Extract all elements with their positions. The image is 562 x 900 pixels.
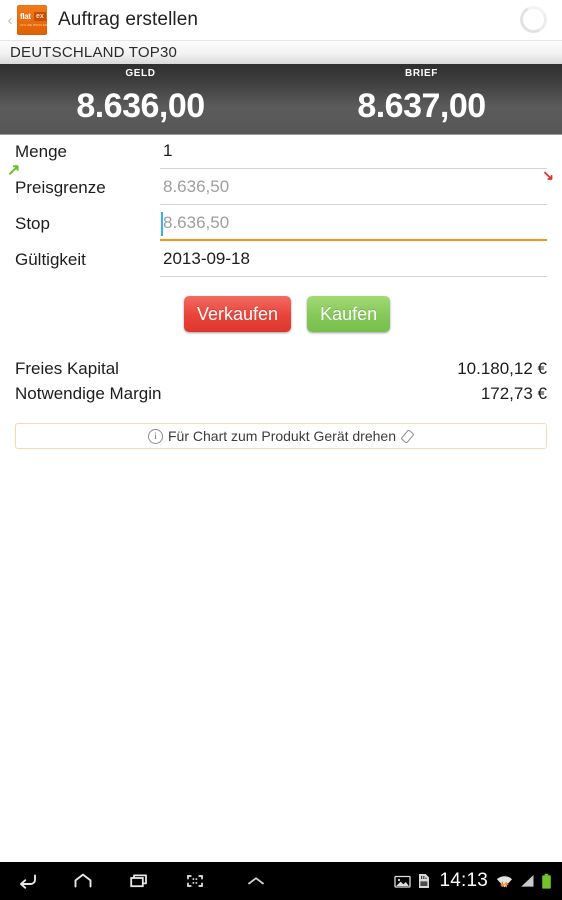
image-icon	[394, 874, 412, 889]
system-navigation-bar: 14:13	[0, 862, 562, 900]
sell-button[interactable]: Verkaufen	[184, 296, 292, 332]
summary-row-required-margin: Notwendige Margin 172,73 €	[15, 381, 547, 406]
form-row-preisgrenze: Preisgrenze 8.636,50	[15, 171, 547, 207]
quantity-input[interactable]: 1	[160, 135, 547, 169]
logo-tagline: ONLINE BROKER	[20, 23, 47, 27]
logo-wordmark: flat	[20, 12, 31, 21]
bid-trend-up-icon: ↗	[7, 162, 21, 179]
form-row-gueltigkeit: Gültigkeit 2013-09-18	[15, 243, 547, 279]
nav-buttons	[0, 868, 208, 894]
screenshot-icon[interactable]	[182, 868, 208, 894]
bid-price[interactable]: 8.636,00	[0, 84, 281, 132]
quote-values: 8.636,00 8.637,00	[0, 84, 562, 132]
home-icon[interactable]	[70, 868, 96, 894]
form-label-stop: Stop	[15, 214, 50, 233]
signal-bars-icon	[519, 873, 535, 889]
back-icon[interactable]	[14, 868, 40, 894]
order-form: Menge 1 Preisgrenze 8.636,50 Stop 8.636,…	[0, 135, 562, 332]
order-actions: Verkaufen Kaufen	[15, 279, 547, 332]
recents-icon[interactable]	[126, 868, 152, 894]
back-navigation-icon[interactable]: ‹	[4, 0, 16, 40]
account-summary: Freies Kapital 10.180,12 € Notwendige Ma…	[0, 332, 562, 406]
chevron-up-icon	[248, 877, 265, 885]
free-capital-label: Freies Kapital	[15, 359, 119, 378]
ask-label: BRIEF	[405, 68, 438, 79]
required-margin-value: 172,73 €	[480, 384, 547, 403]
sdcard-icon	[417, 873, 431, 889]
page-title: Auftrag erstellen	[58, 9, 199, 30]
stop-value: 8.636,50	[163, 213, 230, 232]
validity-date-value: 2013-09-18	[163, 249, 250, 268]
info-icon: i	[148, 428, 163, 444]
form-label-gueltigkeit: Gültigkeit	[15, 250, 86, 269]
required-margin-label: Notwendige Margin	[15, 384, 162, 403]
instrument-bar[interactable]: DEUTSCHLAND TOP30	[0, 40, 562, 64]
free-capital-value: 10.180,12 €	[457, 359, 547, 378]
expand-status-bar-button[interactable]	[208, 874, 394, 888]
status-icons[interactable]: 14:13	[394, 870, 562, 892]
form-row-stop: Stop 8.636,50	[15, 207, 547, 243]
wifi-icon	[496, 873, 513, 890]
quantity-value: 1	[163, 141, 173, 160]
instrument-name: DEUTSCHLAND TOP30	[10, 44, 178, 61]
battery-icon	[541, 873, 552, 890]
app-screen: ‹ flat ex ONLINE BROKER Auftrag erstelle…	[0, 0, 562, 900]
device-rotate-icon	[401, 429, 414, 443]
form-row-menge: Menge 1	[15, 135, 547, 171]
price-limit-input[interactable]: 8.636,50	[160, 171, 547, 205]
action-bar: ‹ flat ex ONLINE BROKER Auftrag erstelle…	[0, 0, 562, 40]
bid-label: GELD	[125, 68, 156, 79]
status-clock: 14:13	[439, 870, 488, 891]
quote-headers: GELD BRIEF	[0, 64, 562, 84]
rotate-device-hint[interactable]: i Für Chart zum Produkt Gerät drehen	[15, 423, 547, 449]
ask-price[interactable]: 8.637,00	[281, 84, 562, 132]
summary-row-free-capital: Freies Kapital 10.180,12 €	[15, 356, 547, 381]
quote-panel: GELD BRIEF 8.636,00 8.637,00 ↗ ↘	[0, 64, 562, 182]
app-logo: flat ex ONLINE BROKER	[17, 5, 47, 35]
rotate-hint-text: Für Chart zum Produkt Gerät drehen	[168, 428, 396, 444]
validity-date-input[interactable]: 2013-09-18	[160, 243, 547, 277]
form-label-preisgrenze: Preisgrenze	[15, 178, 106, 197]
text-cursor	[161, 212, 163, 236]
logo-badge: ex	[34, 12, 46, 21]
stop-input[interactable]: 8.636,50	[160, 207, 547, 241]
price-limit-value: 8.636,50	[163, 177, 230, 196]
buy-button[interactable]: Kaufen	[307, 296, 391, 332]
form-label-menge: Menge	[15, 142, 67, 161]
loading-spinner-icon	[516, 2, 551, 37]
